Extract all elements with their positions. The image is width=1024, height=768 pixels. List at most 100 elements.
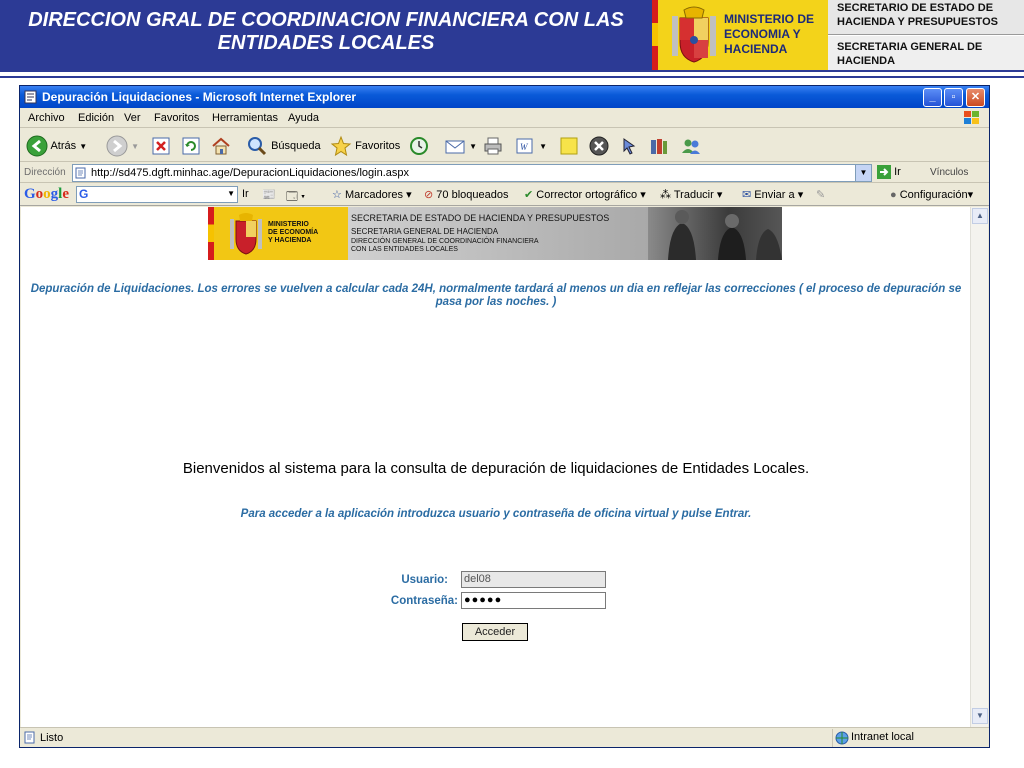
send-icon: ✉ — [742, 189, 752, 201]
ministerio-logo: MINISTERIO DE ECONOMIA Y HACIENDA — [658, 0, 828, 70]
menu-ver[interactable]: Ver — [124, 112, 141, 124]
welcome-heading: Bienvenidos al sistema para la consulta … — [182, 460, 810, 477]
password-label: Contraseña: — [390, 595, 458, 607]
research-button[interactable] — [648, 134, 670, 158]
slide-header: DIRECCION GRAL DE COORDINACION FINANCIER… — [0, 0, 1024, 78]
print-button[interactable] — [482, 134, 504, 158]
messenger-button[interactable] — [618, 134, 640, 158]
password-input[interactable]: ●●●●● — [461, 592, 606, 609]
address-input[interactable]: http://sd475.dgft.minhac.age/DepuracionL… — [72, 164, 872, 182]
favorites-button[interactable]: Favoritos — [330, 134, 400, 158]
home-button[interactable] — [210, 134, 232, 158]
google-g-icon: G — [79, 187, 89, 201]
chevron-down-icon[interactable]: ▼ — [469, 142, 477, 151]
edit-button[interactable]: W ▼ — [514, 134, 547, 158]
settings-button[interactable]: ● Configuración▾ — [890, 188, 973, 201]
zone-label: Intranet local — [851, 731, 914, 743]
google-news-icon[interactable]: 📰 — [262, 188, 276, 201]
forward-button[interactable]: ▼ — [106, 134, 139, 158]
banner-ministerio-label: MINISTERIO DE ECONOMÍA Y HACIENDA — [268, 221, 319, 244]
send-to-button[interactable]: ✉ Enviar a ▾ — [742, 188, 803, 201]
banner-photo — [648, 207, 782, 260]
google-search-input[interactable]: G ▼ — [76, 186, 238, 203]
forward-arrow-icon — [106, 135, 128, 157]
stop-button[interactable] — [150, 134, 172, 158]
refresh-icon — [182, 137, 200, 155]
title-bar[interactable]: Depuración Liquidaciones - Microsoft Int… — [20, 86, 989, 108]
send-label: Enviar a — [754, 189, 795, 201]
blocker-icon: ⊘ — [424, 189, 434, 201]
chevron-down-icon[interactable]: ▼ — [131, 142, 139, 151]
menu-herramientas[interactable]: Herramientas — [212, 112, 278, 124]
username-input[interactable]: del08 — [461, 571, 606, 588]
chevron-down-icon[interactable]: ▼ — [227, 189, 235, 198]
stop-icon — [152, 137, 170, 155]
bookmarks-button[interactable]: ☆ Marcadores ▾ — [332, 188, 412, 201]
acceder-button[interactable]: Acceder — [462, 623, 528, 641]
block-button[interactable] — [588, 134, 610, 158]
google-ir-button[interactable]: Ir — [242, 188, 249, 200]
popup-blocker-button[interactable]: ⊘ 70 bloqueados — [424, 188, 508, 201]
ie-document-icon — [24, 90, 37, 104]
star-icon — [330, 135, 352, 157]
chevron-down-icon[interactable]: ▼ — [539, 142, 547, 151]
print-icon — [484, 137, 502, 155]
translate-button[interactable]: ⁂ Traducir ▾ — [660, 188, 722, 201]
go-button[interactable]: Ir — [877, 165, 901, 179]
minimize-button[interactable]: _ — [923, 88, 942, 107]
intranet-globe-icon — [835, 731, 849, 745]
google-popup-icon[interactable]: 🗔 ▾ — [286, 188, 305, 207]
address-bar: Dirección http://sd475.dgft.minhac.age/D… — [20, 163, 989, 183]
security-zone: Intranet local — [832, 729, 987, 747]
history-button[interactable] — [408, 134, 430, 158]
chevron-down-icon[interactable]: ▼ — [855, 165, 871, 181]
google-logo[interactable]: Google — [24, 186, 69, 203]
flag-strip — [208, 207, 214, 260]
menu-archivo[interactable]: Archivo — [28, 112, 65, 124]
header-divider — [0, 70, 1024, 78]
back-button[interactable]: Atrás ▼ — [26, 134, 87, 158]
books-icon — [651, 139, 667, 155]
header-banner: MINISTERIO DE ECONOMÍA Y HACIENDA SECRET… — [208, 207, 782, 260]
page-icon — [75, 167, 86, 179]
go-arrow-icon — [877, 165, 891, 179]
back-arrow-icon — [26, 135, 48, 157]
contacts-button[interactable] — [680, 134, 702, 158]
ministerio-label: MINISTERIO DE ECONOMIA Y HACIENDA — [724, 12, 815, 56]
spellcheck-label: Corrector ortográfico — [536, 189, 638, 201]
vertical-scrollbar[interactable]: ▲ ▼ — [970, 207, 988, 727]
refresh-button[interactable] — [180, 134, 202, 158]
scroll-down-icon[interactable]: ▼ — [972, 708, 988, 724]
notes-button[interactable] — [558, 134, 580, 158]
menu-edicion[interactable]: Edición — [78, 112, 114, 124]
mail-icon — [445, 140, 465, 154]
mail-button[interactable]: ▼ — [444, 134, 477, 158]
gear-icon: ● — [890, 189, 897, 201]
search-icon — [248, 137, 267, 156]
close-button[interactable]: ✕ — [966, 88, 985, 107]
cursor-arrow-icon — [623, 138, 636, 155]
instructions-text: Para acceder a la aplicación introduzca … — [240, 508, 752, 520]
bookmarks-label: Marcadores — [344, 189, 404, 201]
chevron-down-icon[interactable]: ▼ — [79, 142, 87, 151]
settings-label: Configuración — [899, 189, 968, 201]
banner-line-3: DIRECCIÓN GENERAL DE COORDINACIÓN FINANC… — [351, 238, 539, 253]
secretarias-panel: SECRETARIO DE ESTADO DE HACIENDA Y PRESU… — [828, 0, 1024, 70]
links-label[interactable]: Vínculos — [930, 167, 968, 178]
banner-secretarias: SECRETARIA DE ESTADO DE HACIENDA Y PRESU… — [348, 207, 648, 260]
menu-favoritos[interactable]: Favoritos — [154, 112, 199, 124]
history-icon — [410, 137, 428, 156]
pencil-icon[interactable]: ✎ — [816, 188, 825, 201]
blocked-count: 70 bloqueados — [436, 189, 509, 201]
spellcheck-button[interactable]: ✔ Corrector ortográfico ▾ — [524, 188, 646, 201]
menu-ayuda[interactable]: Ayuda — [288, 112, 319, 124]
scroll-up-icon[interactable]: ▲ — [972, 208, 988, 224]
windows-logo-icon — [964, 111, 979, 124]
slide-title: DIRECCION GRAL DE COORDINACION FINANCIER… — [0, 0, 652, 70]
maximize-button[interactable]: ▫ — [944, 88, 963, 107]
search-button[interactable]: Búsqueda — [246, 134, 321, 158]
home-icon — [212, 137, 230, 155]
window-title: Depuración Liquidaciones - Microsoft Int… — [42, 90, 357, 104]
translate-label: Traducir — [673, 189, 714, 201]
back-label: Atrás — [50, 140, 77, 152]
